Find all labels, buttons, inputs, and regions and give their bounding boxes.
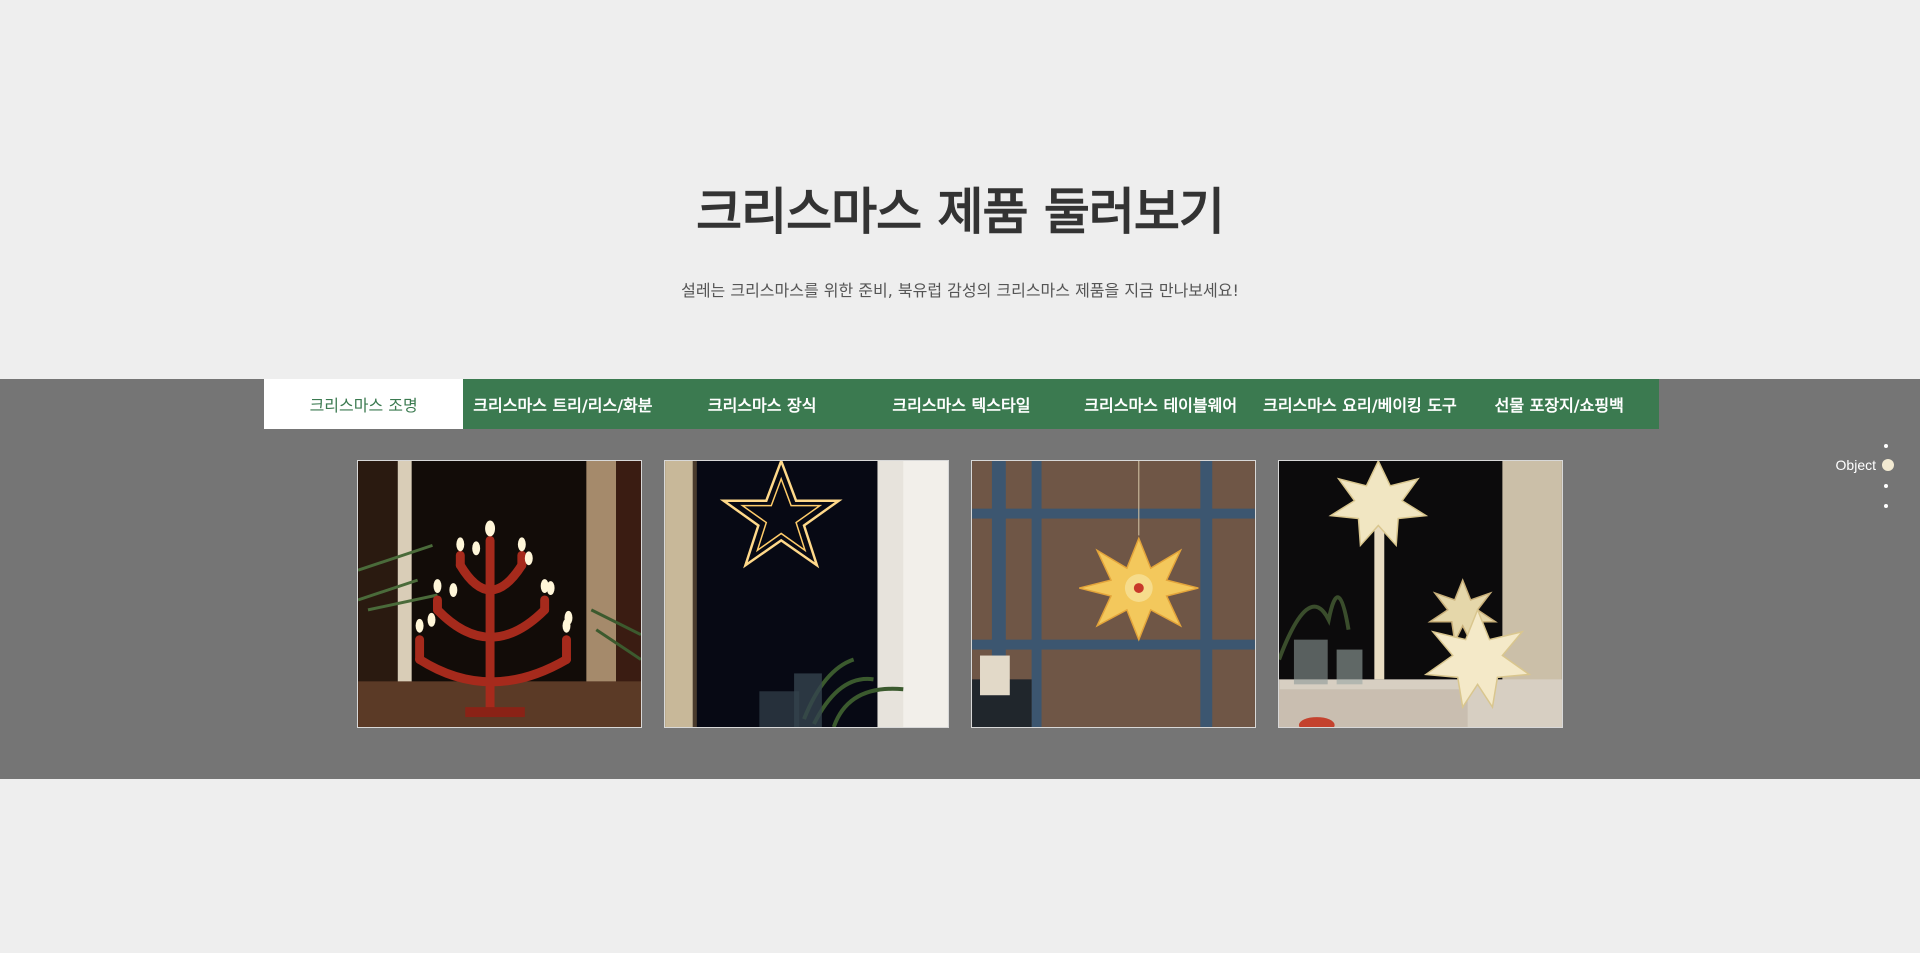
star-light-image xyxy=(665,461,948,727)
pager-dot-4[interactable] xyxy=(1884,504,1888,508)
tab-tableware[interactable]: 크리스마스 테이블웨어 xyxy=(1061,379,1260,429)
paper-star-lamp-image xyxy=(972,461,1255,727)
tab-cooking-baking[interactable]: 크리스마스 요리/베이킹 도구 xyxy=(1260,379,1459,429)
tab-textiles[interactable]: 크리스마스 텍스타일 xyxy=(862,379,1061,429)
page-subtitle: 설레는 크리스마스를 위한 준비, 북유럽 감성의 크리스마스 제품을 지금 만… xyxy=(681,281,1239,300)
paper-star-lamps-image xyxy=(1279,461,1562,727)
product-showcase: 크리스마스 조명 크리스마스 트리/리스/화분 크리스마스 장식 크리스마스 텍… xyxy=(0,379,1920,779)
product-card-paper-star-lamps[interactable] xyxy=(1278,460,1563,728)
tab-decorations[interactable]: 크리스마스 장식 xyxy=(663,379,862,429)
slide-pager: Object xyxy=(1790,442,1900,512)
product-card-paper-star-lamp[interactable] xyxy=(971,460,1256,728)
tab-gift-wrap[interactable]: 선물 포장지/쇼핑백 xyxy=(1460,379,1659,429)
category-tabs: 크리스마스 조명 크리스마스 트리/리스/화분 크리스마스 장식 크리스마스 텍… xyxy=(264,379,1659,429)
tab-lighting[interactable]: 크리스마스 조명 xyxy=(264,379,464,429)
candelabra-image xyxy=(358,461,641,727)
product-card-star-light[interactable] xyxy=(664,460,949,728)
pager-dot-2[interactable] xyxy=(1882,459,1894,471)
tab-trees-wreaths[interactable]: 크리스마스 트리/리스/화분 xyxy=(463,379,662,429)
pager-label: Object xyxy=(1835,457,1876,473)
pager-dot-1[interactable] xyxy=(1884,444,1888,448)
page-title: 크리스마스 제품 둘러보기 xyxy=(696,183,1225,241)
product-grid xyxy=(357,460,1564,728)
hero-section: 크리스마스 제품 둘러보기 설레는 크리스마스를 위한 준비, 북유럽 감성의 … xyxy=(0,0,1920,379)
product-card-candelabra[interactable] xyxy=(357,460,642,728)
pager-dot-3[interactable] xyxy=(1884,484,1888,488)
